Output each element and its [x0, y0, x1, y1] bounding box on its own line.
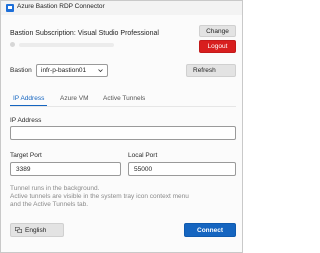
- chevron-down-icon: [98, 69, 103, 73]
- redacted-dot: [10, 42, 15, 47]
- bastion-select-value: infr-p-bastion01: [41, 67, 87, 74]
- logout-button[interactable]: Logout: [199, 40, 236, 53]
- subscription-prefix: Bastion Subscription:: [10, 30, 76, 37]
- redacted-account-line: [10, 42, 114, 48]
- local-port-input[interactable]: [128, 162, 236, 176]
- local-port-label: Local Port: [128, 152, 158, 159]
- tab-azure-vm[interactable]: Azure VM: [60, 95, 89, 102]
- target-port-label: Target Port: [10, 152, 42, 159]
- language-button[interactable]: English: [10, 223, 64, 237]
- subscription-name: Visual Studio Professional: [77, 30, 159, 37]
- tunnel-note: Tunnel runs in the background. Active tu…: [10, 185, 238, 209]
- active-tab-indicator: [10, 105, 47, 106]
- note-line: Active tunnels are visible in the system…: [10, 193, 189, 200]
- title-bar: Azure Bastion RDP Connector: [1, 1, 242, 15]
- note-line: Tunnel runs in the background.: [10, 185, 100, 192]
- refresh-button[interactable]: Refresh: [186, 64, 236, 77]
- bastion-select[interactable]: infr-p-bastion01: [36, 64, 108, 77]
- target-port-input[interactable]: [10, 162, 121, 176]
- change-button[interactable]: Change: [199, 25, 236, 37]
- tab-ip-address[interactable]: IP Address: [13, 95, 44, 102]
- app-window: Azure Bastion RDP Connector Bastion Subs…: [0, 0, 243, 253]
- app-icon: [6, 4, 14, 12]
- subscription-info: Bastion Subscription: Visual Studio Prof…: [10, 30, 159, 37]
- redacted-bar: [19, 43, 114, 47]
- language-icon: [15, 227, 22, 233]
- note-line: and the Active Tunnels tab.: [10, 201, 89, 208]
- language-label: English: [25, 226, 47, 234]
- window-title: Azure Bastion RDP Connector: [17, 3, 105, 10]
- bastion-label: Bastion: [10, 67, 32, 74]
- connect-button[interactable]: Connect: [184, 223, 236, 237]
- ip-address-input[interactable]: [10, 126, 236, 140]
- tab-active-tunnels[interactable]: Active Tunnels: [103, 95, 145, 102]
- tab-divider: [10, 106, 236, 107]
- ip-address-label: IP Address: [10, 117, 42, 124]
